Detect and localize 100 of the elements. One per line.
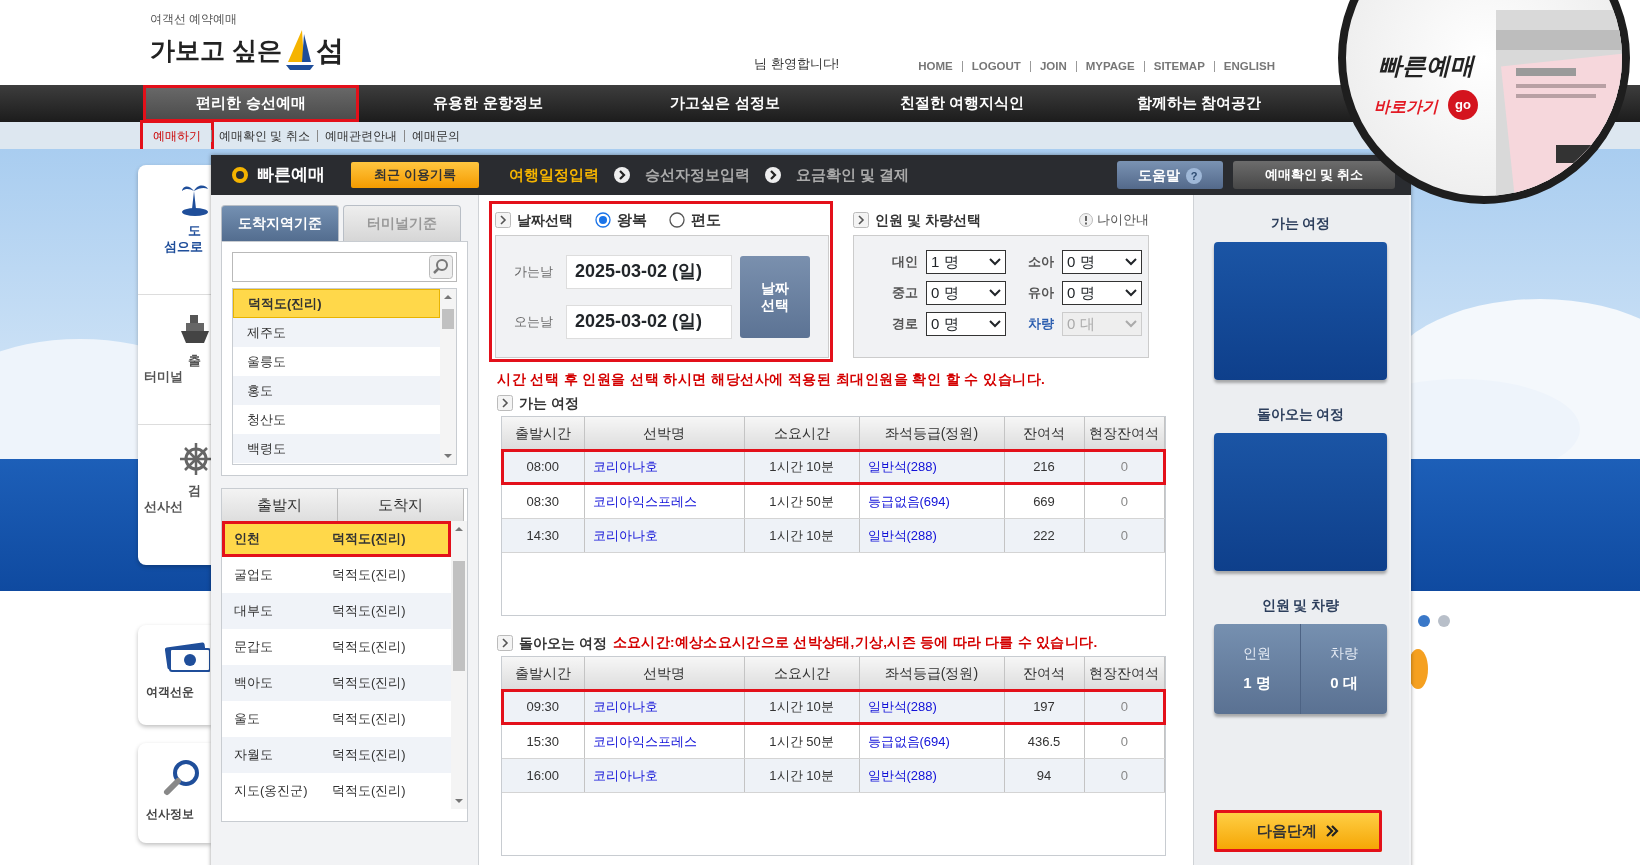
list-item[interactable]: 덕적도(진리) — [233, 289, 440, 318]
dropdown[interactable]: 0 명 — [926, 312, 1006, 336]
table-link[interactable]: 등급없음(694) — [859, 724, 1004, 759]
tab[interactable]: 도착지역기준 — [221, 205, 339, 241]
date-field[interactable]: 2025-03-02 (일) — [566, 304, 732, 339]
table-cell: 0 — [1084, 758, 1165, 793]
route-row[interactable]: 울도 덕적도(진리) — [222, 701, 451, 737]
chevron-icon — [497, 635, 513, 652]
top-link[interactable]: LOGOUT — [961, 61, 1030, 72]
table-link[interactable]: 코리아나호 — [584, 518, 744, 553]
route-row[interactable]: 문갑도 덕적도(진리) — [222, 629, 451, 665]
age-info-link[interactable]: 나이안내 — [1079, 210, 1149, 230]
go-button[interactable]: go — [1448, 90, 1478, 120]
logo-text: 가보고 싶은 — [150, 35, 282, 67]
table-cell: 1시간 10분 — [744, 690, 859, 725]
table-link[interactable]: 코리아나호 — [584, 450, 744, 485]
side-card[interactable]: 선사정보 — [138, 743, 211, 843]
column-header: 현장잔여석 — [1084, 417, 1165, 451]
radio-button[interactable]: 왕복 — [595, 208, 647, 232]
route-row[interactable]: 대부도 덕적도(진리) — [222, 593, 451, 629]
field-label: 오는날 — [514, 312, 554, 331]
dropdown[interactable]: 0 명 — [1062, 281, 1142, 305]
table-link[interactable]: 코리아익스프레스 — [584, 484, 744, 519]
booking-check-button[interactable]: 예매확인 및 취소 — [1233, 161, 1395, 189]
search-field[interactable] — [232, 252, 457, 282]
table-cell: 09:30 — [502, 690, 584, 725]
table-cell: 669 — [1004, 484, 1084, 519]
field-label: 유아 — [1027, 284, 1055, 302]
section-title: 인원 및 차량 — [1260, 596, 1341, 615]
nav-tab[interactable]: 친절한 여행지식인 — [854, 85, 1070, 122]
count-value: 1 명 — [1243, 673, 1271, 694]
logo-text: 섬 — [315, 34, 344, 68]
magnifier-icon — [162, 757, 202, 797]
nav-tab[interactable]: 유용한 운항정보 — [380, 85, 596, 122]
panel-title: 빠른예매 — [257, 164, 325, 187]
list-item[interactable]: 울릉도 — [233, 347, 440, 376]
table-link[interactable]: 일반석(288) — [859, 450, 1004, 485]
table-link[interactable]: 일반석(288) — [859, 518, 1004, 553]
table-link[interactable]: 등급없음(694) — [859, 484, 1004, 519]
column-header: 출발시간 — [502, 657, 584, 691]
dropdown[interactable]: 1 명 — [926, 250, 1006, 274]
subnav-link[interactable]: 예매관련안내 — [316, 129, 404, 142]
column-header: 출발지 — [222, 489, 338, 521]
next-step-button[interactable]: 다음단계 — [1214, 810, 1382, 852]
table-cell: 222 — [1004, 518, 1084, 553]
count-value: 0 대 — [1330, 673, 1358, 694]
table-cell: 08:00 — [502, 450, 584, 485]
top-link[interactable]: JOIN — [1029, 61, 1076, 72]
route-row[interactable]: 백아도 덕적도(진리) — [222, 665, 451, 701]
column-header: 선박명 — [584, 417, 744, 451]
dropdown[interactable]: 0 명 — [926, 281, 1006, 305]
section-title: 돌아오는 여정 — [519, 633, 607, 653]
subnav-link[interactable]: 예매문의 — [403, 129, 467, 142]
nav-tab[interactable]: 함께하는 참여공간 — [1091, 85, 1307, 122]
column-header: 잔여석 — [1004, 657, 1084, 691]
caret-icon — [1125, 289, 1137, 297]
list-item[interactable]: 백령도 — [233, 434, 440, 463]
section-title: 가는 여정 — [519, 393, 579, 413]
table-link[interactable]: 코리아나호 — [584, 690, 744, 725]
date-select-button[interactable]: 날짜 선택 — [740, 255, 810, 338]
section-title: 날짜선택 — [517, 210, 573, 230]
subnav-link[interactable]: 예매하기 — [143, 122, 211, 149]
list-item[interactable]: 청산도 — [233, 405, 440, 434]
column-header: 소요시간 — [744, 657, 859, 691]
route-row[interactable]: 지도(옹진군) 덕적도(진리) — [222, 773, 451, 809]
column-header: 출발시간 — [502, 417, 584, 451]
dropdown[interactable]: 0 명 — [1062, 250, 1142, 274]
table-link[interactable]: 코리아익스프레스 — [584, 724, 744, 759]
route-row[interactable]: 인천 덕적도(진리) — [222, 521, 451, 557]
nav-tab[interactable]: 편리한 승선예매 — [143, 85, 359, 122]
route-row[interactable]: 굴업도 덕적도(진리) — [222, 557, 451, 593]
top-link[interactable]: ENGLISH — [1213, 61, 1284, 72]
badge-link[interactable]: 바로가기 — [1374, 95, 1438, 119]
recent-history-button[interactable]: 최근 이용기록 — [351, 162, 479, 188]
table-cell: 0 — [1084, 724, 1165, 759]
top-link[interactable]: MYPAGE — [1075, 61, 1144, 72]
date-field[interactable]: 2025-03-02 (일) — [566, 254, 732, 289]
nav-tab[interactable]: 가고싶은 섬정보 — [617, 85, 833, 122]
list-item[interactable]: 제주도 — [233, 318, 440, 347]
help-button[interactable]: 도움말 ? — [1117, 161, 1223, 189]
table-cell: 1시간 50분 — [744, 484, 859, 519]
caret-icon — [989, 289, 1001, 297]
list-item[interactable]: 홍도 — [233, 376, 440, 405]
table-cell: 1시간 10분 — [744, 518, 859, 553]
table-link[interactable]: 일반석(288) — [859, 690, 1004, 725]
side-menu-item[interactable]: 검 선사선 — [138, 425, 211, 555]
top-link[interactable]: HOME — [909, 61, 962, 72]
arrow-circle-icon — [613, 166, 631, 184]
table-link[interactable]: 일반석(288) — [859, 758, 1004, 793]
table-cell: 16:00 — [502, 758, 584, 793]
route-row[interactable]: 자월도 덕적도(진리) — [222, 737, 451, 773]
radio-button[interactable]: 편도 — [669, 208, 721, 232]
subnav-link[interactable]: 예매확인 및 취소 — [211, 129, 317, 142]
ship-wheel-icon — [180, 441, 212, 477]
top-link[interactable]: SITEMAP — [1143, 61, 1214, 72]
search-icon[interactable] — [429, 255, 453, 279]
table-link[interactable]: 코리아나호 — [584, 758, 744, 793]
ring-icon — [231, 166, 249, 184]
side-card[interactable]: 여객선운 — [138, 625, 211, 725]
table-cell: 0 — [1084, 690, 1165, 725]
